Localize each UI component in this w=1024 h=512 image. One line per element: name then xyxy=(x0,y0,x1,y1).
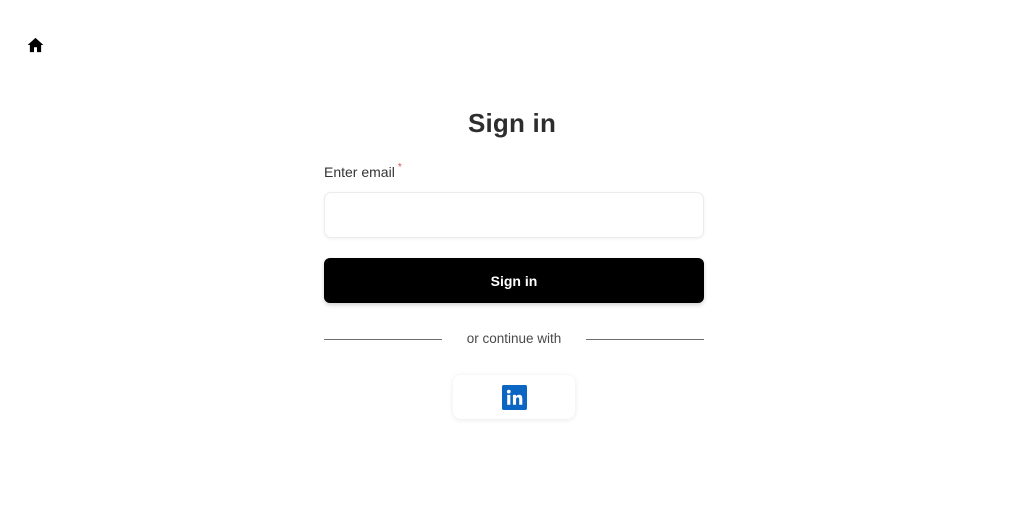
email-label-text: Enter email xyxy=(324,164,395,180)
page-title: Sign in xyxy=(467,108,557,138)
email-input[interactable] xyxy=(324,192,704,238)
sign-in-button[interactable]: Sign in xyxy=(324,258,704,303)
home-button[interactable] xyxy=(26,36,45,54)
required-asterisk: * xyxy=(397,162,402,173)
email-label: Enter email * xyxy=(324,162,704,184)
social-divider: or continue with xyxy=(324,330,704,350)
divider-line-right xyxy=(586,339,704,340)
linkedin-icon xyxy=(501,384,527,410)
linkedin-sign-in-button[interactable] xyxy=(453,375,575,419)
home-icon xyxy=(27,37,44,53)
sign-in-form: Enter email * Sign in or continue with xyxy=(324,162,704,346)
sign-in-page: Sign in Enter email * Sign in or continue… xyxy=(0,0,1024,512)
